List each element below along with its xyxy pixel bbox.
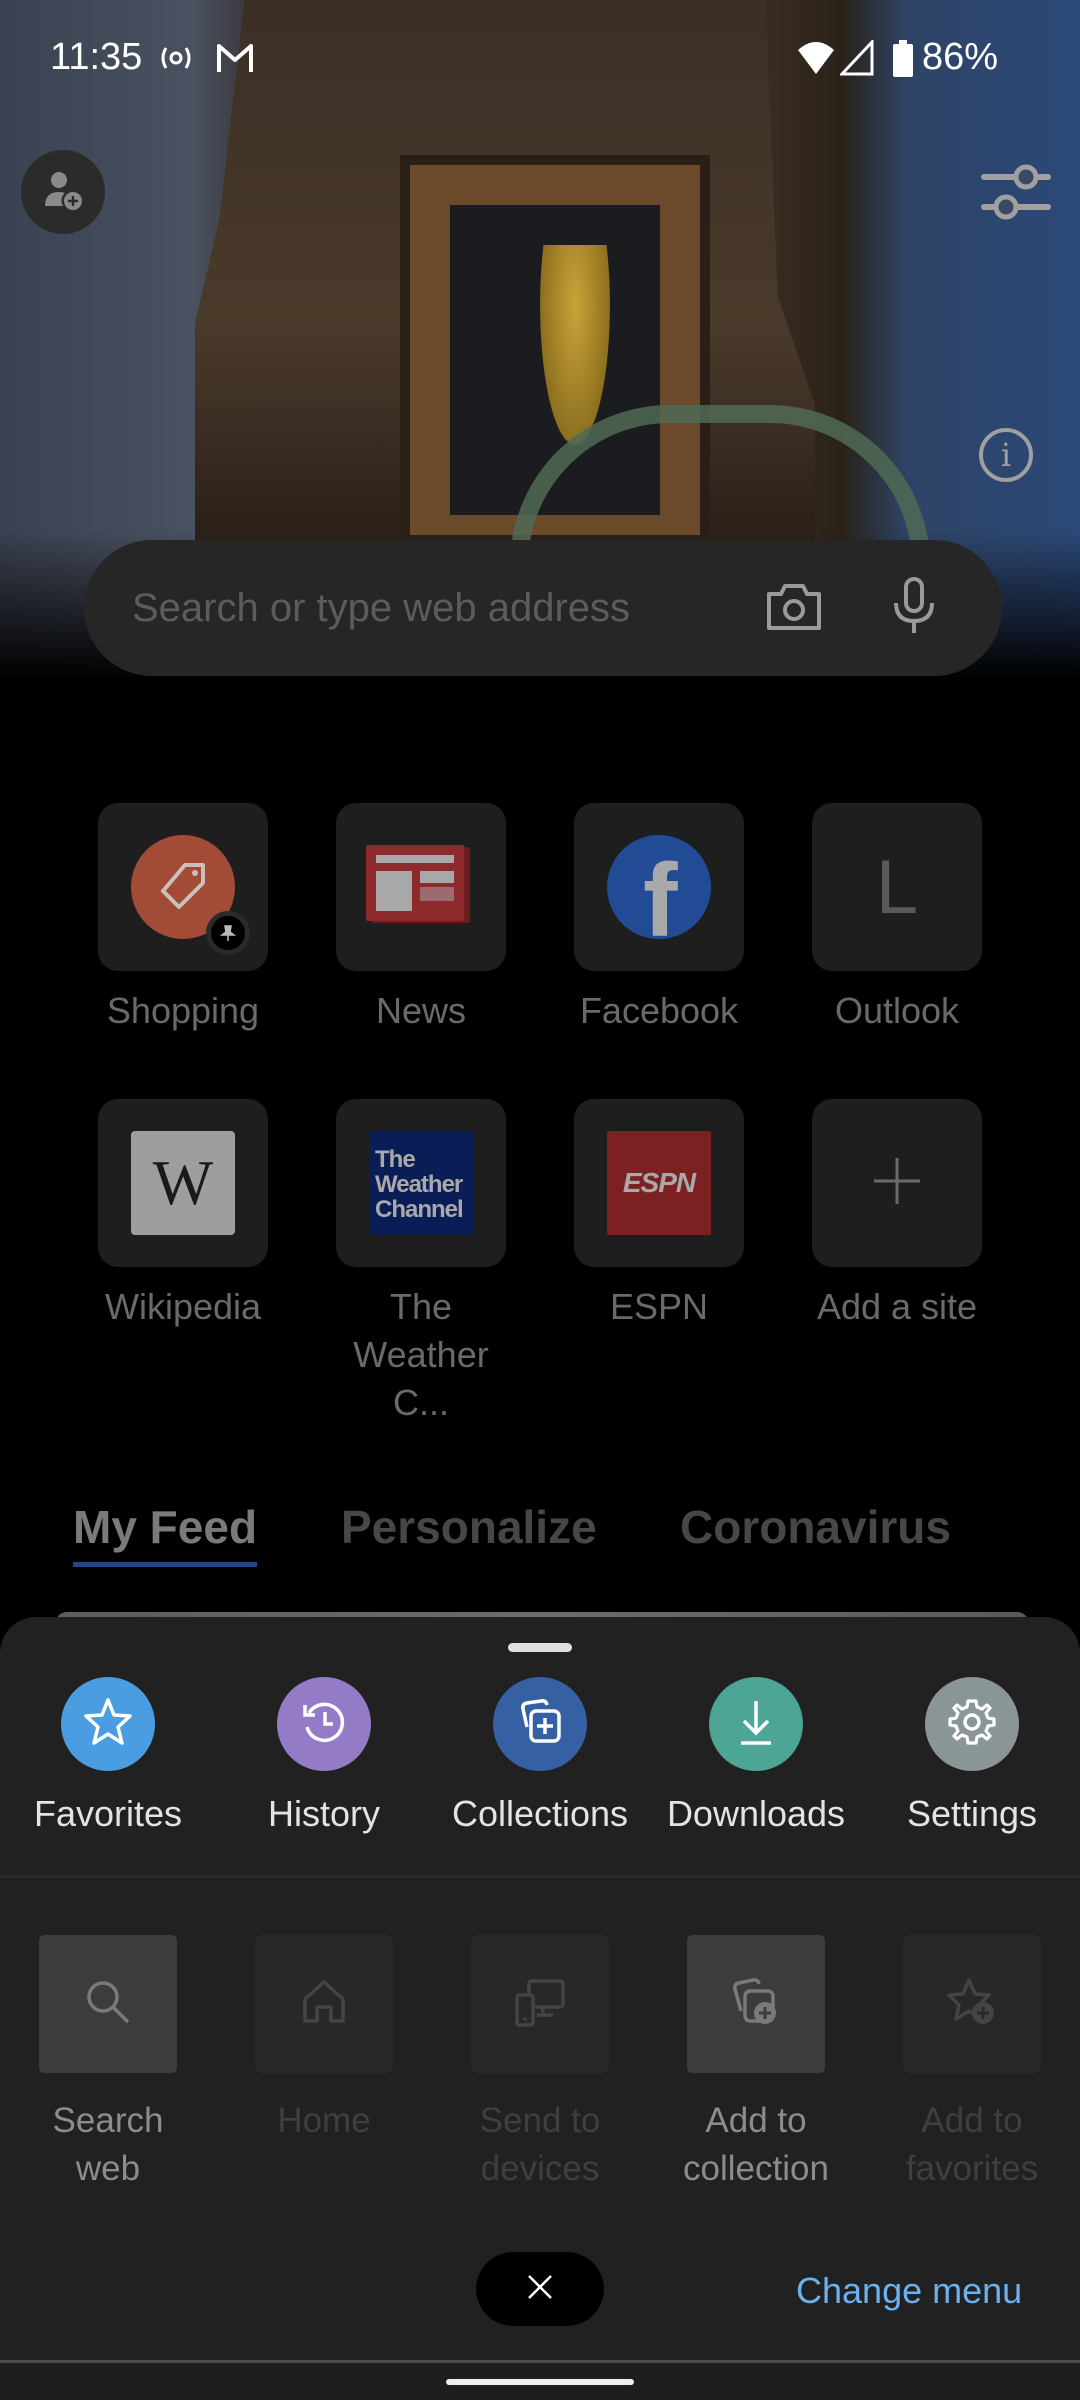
battery-icon <box>892 40 914 86</box>
tab-coronavirus[interactable]: Coronavirus <box>680 1500 951 1554</box>
top-site-shopping[interactable]: Shopping <box>98 803 268 1035</box>
add-profile-button[interactable] <box>21 150 105 234</box>
top-site-outlook[interactable]: L Outlook <box>812 803 982 1035</box>
change-menu-link[interactable]: Change menu <box>796 2270 1022 2312</box>
golden-statue <box>540 245 610 445</box>
menu-divider <box>0 1875 1080 1878</box>
menu-search-web[interactable]: Search web <box>8 1935 208 2193</box>
menu-add-to-collection[interactable]: Add to collection <box>656 1935 856 2193</box>
menu-add-to-favorites: Add to favorites <box>872 1935 1072 2193</box>
facebook-icon: f <box>607 835 711 939</box>
site-label: Facebook <box>579 990 739 1031</box>
hotspot-icon <box>158 40 194 84</box>
info-button[interactable]: i <box>979 428 1033 482</box>
voice-search-button[interactable] <box>874 568 954 648</box>
download-icon <box>729 1695 783 1754</box>
site-label: News <box>375 990 467 1031</box>
close-menu-button[interactable] <box>476 2252 604 2326</box>
microphone-icon <box>892 576 936 640</box>
top-site-espn[interactable]: ESPN ESPN <box>574 1099 744 1331</box>
close-icon <box>525 2272 555 2307</box>
home-icon <box>297 1975 351 2034</box>
top-site-facebook[interactable]: f Facebook <box>574 803 744 1035</box>
gmail-icon <box>215 40 255 84</box>
home-gesture-handle[interactable] <box>446 2379 634 2385</box>
history-icon <box>297 1695 351 1754</box>
menu-downloads[interactable]: Downloads <box>656 1677 856 1835</box>
star-icon <box>81 1695 135 1754</box>
cellular-signal-icon <box>838 38 874 84</box>
info-icon: i <box>1000 436 1012 474</box>
add-to-favorites-icon <box>945 1975 999 2034</box>
search-input[interactable]: Search or type web address <box>132 586 714 631</box>
espn-icon: ESPN <box>607 1131 711 1235</box>
add-to-collection-icon <box>729 1975 783 2034</box>
site-label: Outlook <box>834 990 960 1031</box>
gear-icon <box>945 1695 999 1754</box>
site-label: Add a site <box>816 1286 978 1327</box>
active-tab-indicator <box>73 1562 257 1567</box>
site-label: Wikipedia <box>104 1286 262 1327</box>
plus-icon <box>872 1156 922 1211</box>
top-site-weather-channel[interactable]: The Weather Channel The Weather C... <box>336 1099 506 1427</box>
menu-settings[interactable]: Settings <box>872 1677 1072 1835</box>
site-label: ESPN <box>609 1286 709 1327</box>
battery-percent: 86% <box>922 36 999 78</box>
collections-icon <box>513 1695 567 1754</box>
menu-bottom-sheet: Favorites History Collections Downloads … <box>0 1617 1080 2360</box>
camera-icon <box>765 580 823 637</box>
news-icon <box>366 844 476 930</box>
menu-home: Home <box>224 1935 424 2145</box>
add-site-button[interactable]: Add a site <box>812 1099 982 1331</box>
sliders-icon <box>980 164 1052 228</box>
wifi-icon <box>796 40 836 84</box>
menu-collections[interactable]: Collections <box>440 1677 640 1835</box>
system-navigation-bar <box>0 2360 1080 2400</box>
customize-page-button[interactable] <box>980 160 1052 224</box>
tab-my-feed[interactable]: My Feed <box>73 1500 257 1554</box>
search-bar[interactable]: Search or type web address <box>84 540 1002 676</box>
visual-search-button[interactable] <box>754 568 834 648</box>
status-bar: 11:35 86% <box>0 0 1080 115</box>
status-time: 11:35 <box>50 36 143 78</box>
send-to-devices-icon <box>513 1975 567 2034</box>
wikipedia-icon: W <box>131 1131 235 1235</box>
menu-history[interactable]: History <box>224 1677 424 1835</box>
search-icon <box>81 1975 135 2034</box>
weather-channel-icon: The Weather Channel <box>369 1131 473 1235</box>
tab-personalize[interactable]: Personalize <box>341 1500 597 1554</box>
site-label: The Weather C... <box>353 1286 489 1423</box>
menu-favorites[interactable]: Favorites <box>8 1677 208 1835</box>
menu-send-to-devices: Send to devices <box>440 1935 640 2193</box>
site-label: Shopping <box>106 990 260 1031</box>
pin-icon <box>206 911 250 955</box>
top-site-news[interactable]: News <box>336 803 506 1035</box>
letter-avatar-icon: L <box>875 844 919 930</box>
add-profile-icon <box>41 168 85 217</box>
top-site-wikipedia[interactable]: W Wikipedia <box>98 1099 268 1331</box>
primary-menu-row: Favorites History Collections Downloads … <box>0 1677 1080 1837</box>
sheet-drag-handle[interactable] <box>508 1643 572 1652</box>
